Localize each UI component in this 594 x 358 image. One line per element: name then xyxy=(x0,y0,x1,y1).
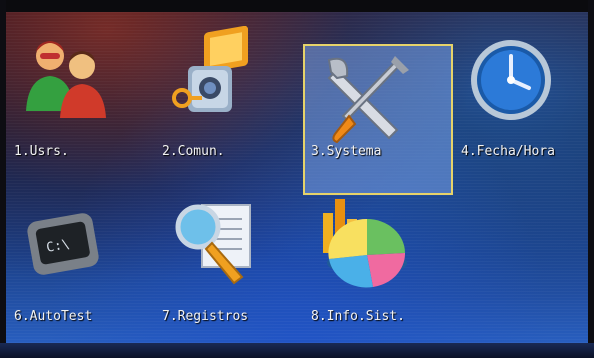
terminal-icon: C:\ xyxy=(27,213,99,275)
pie-chart-icon xyxy=(323,199,407,288)
menu-item-system-info[interactable]: 8.Info.Sist. xyxy=(305,185,451,335)
bezel-top xyxy=(0,0,594,12)
users-icon xyxy=(26,41,106,118)
menu-item-label: 7.Registros xyxy=(162,309,249,324)
menu-item-autotest[interactable]: C:\ 6.AutoTest xyxy=(8,185,154,335)
menu-item-users[interactable]: 1.Usrs. xyxy=(8,20,154,170)
menu-item-system[interactable]: 3.Systema xyxy=(303,44,453,195)
bezel-left xyxy=(0,0,6,358)
bezel-right xyxy=(588,0,594,358)
menu-item-date-time[interactable]: 4.Fecha/Hora xyxy=(455,20,594,170)
menu-item-label: 1.Usrs. xyxy=(14,144,69,159)
magnifier-document-icon xyxy=(175,204,251,285)
menu-item-communication[interactable]: 2.Comun. xyxy=(156,20,302,170)
tools-icon xyxy=(327,56,409,144)
clock-icon xyxy=(471,40,551,120)
menu-item-label: 6.AutoTest xyxy=(14,309,93,324)
camera-key-icon xyxy=(172,26,248,112)
bezel-bottom xyxy=(0,343,594,358)
menu-item-label: 3.Systema xyxy=(311,144,382,159)
menu-item-label: 8.Info.Sist. xyxy=(311,309,405,324)
menu-item-label: 4.Fecha/Hora xyxy=(461,144,555,159)
device-screen: 1.Usrs. 2.Comun. 3.Systema 4.Fecha/Hora … xyxy=(0,0,594,358)
menu-item-label: 2.Comun. xyxy=(162,144,225,159)
menu-item-records[interactable]: 7.Registros xyxy=(156,185,302,335)
